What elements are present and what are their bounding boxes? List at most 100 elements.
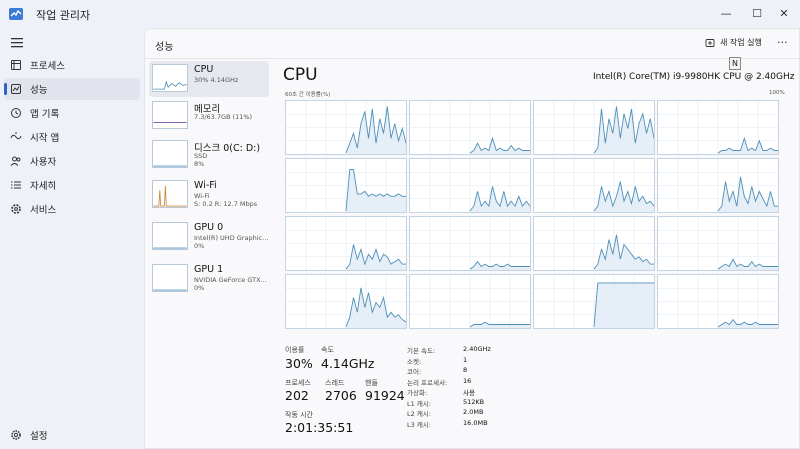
device-thumbnail-graph (152, 101, 188, 129)
device-item[interactable]: CPU 30% 4.14GHz (149, 61, 269, 97)
performance-panel: 성능 새 작업 실행 ··· N CPU 30% 4.14GHz 메모리 7.3/63… (144, 28, 800, 449)
cpu-title: CPU (283, 65, 318, 85)
sidebar-item-services[interactable]: 서비스 (4, 198, 140, 220)
spec-label: L1 캐시: (407, 399, 431, 408)
device-detail: Intel(R) UHD Graphics... (194, 234, 270, 242)
spec-label: 가상화: (407, 389, 428, 397)
details-icon (11, 181, 21, 189)
cpu-core-graph (285, 158, 407, 213)
sidebar-item-label: 앱 기록 (30, 109, 60, 120)
cpu-core-graph (657, 274, 779, 329)
device-item[interactable]: GPU 0 Intel(R) UHD Graphics... 0% (149, 219, 270, 255)
device-thumbnail-graph (152, 264, 188, 292)
spec-value: 16.0MB (463, 418, 488, 427)
tooltip: N (729, 57, 741, 70)
minimize-button[interactable]: — (712, 2, 740, 24)
cpu-core-graph (285, 216, 407, 271)
device-item[interactable]: GPU 1 NVIDIA GeForce GTX... 0% (149, 261, 269, 297)
device-thumbnail-graph (152, 140, 188, 168)
cpu-core-graph (657, 158, 779, 213)
window-title: 작업 관리자 (36, 9, 91, 22)
close-button[interactable]: ✕ (770, 2, 798, 24)
device-detail: 30% 4.14GHz (194, 76, 239, 84)
device-detail: 7.3/63.7GB (11%) (194, 113, 253, 121)
device-detail: S: 0.2 R: 12.7 Mbps (194, 200, 258, 208)
device-name: GPU 0 (194, 222, 224, 233)
task-manager-icon (9, 8, 23, 20)
cpu-core-graph (409, 158, 531, 213)
spec-value: 2.0MB (463, 408, 484, 416)
sidebar-item-startup[interactable]: 시작 앱 (4, 126, 140, 148)
title-bar: 작업 관리자 — ☐ ✕ (0, 0, 800, 28)
cpu-core-graph (409, 100, 531, 155)
spec-label: 코어: (407, 368, 422, 376)
spec-label: 논리 프로세서: (407, 378, 448, 387)
device-item[interactable]: Wi-Fi Wi-Fi S: 0.2 R: 12.7 Mbps (149, 177, 269, 213)
device-name: CPU (194, 64, 214, 75)
device-detail: 0% (194, 284, 205, 292)
run-new-task-button[interactable]: 새 작업 실행 (705, 37, 762, 48)
hamburger-menu-icon[interactable] (10, 36, 26, 50)
spec-value: 2.40GHz (463, 345, 491, 353)
maximize-button[interactable]: ☐ (743, 2, 771, 24)
processes-label: 프로세스 (285, 379, 311, 387)
device-name: GPU 1 (194, 264, 224, 275)
gear-icon (11, 430, 21, 440)
sidebar-item-settings[interactable]: 설정 (4, 424, 140, 446)
device-name: Wi-Fi (194, 180, 217, 191)
device-detail: SSD (194, 152, 208, 160)
spec-value: 16 (463, 376, 472, 385)
device-detail: NVIDIA GeForce GTX... (194, 276, 267, 284)
cpu-core-graph (657, 216, 779, 271)
sidebar-item-label: 성능 (30, 85, 48, 96)
sidebar-item-users[interactable]: 사용자 (4, 150, 140, 172)
processes-icon (11, 60, 21, 70)
cpu-core-graph (285, 274, 407, 329)
sidebar-item-details[interactable]: 자세히 (4, 174, 140, 196)
device-thumbnail-graph (152, 222, 188, 250)
sidebar: 프로세스 성능 앱 기록 시작 앱 사용자 자세히 서비스 설정 (0, 28, 142, 449)
sidebar-item-label: 서비스 (30, 205, 57, 216)
cpu-core-graph (409, 216, 531, 271)
uptime-label: 작동 시간 (285, 411, 313, 419)
performance-icon (11, 84, 21, 94)
device-item[interactable]: 메모리 7.3/63.7GB (11%) (149, 98, 269, 134)
utilization-value: 30% (285, 356, 313, 371)
handles-value: 91924 (365, 388, 405, 403)
sidebar-item-label: 프로세스 (30, 61, 65, 72)
uptime-value: 2:01:35:51 (285, 420, 354, 435)
run-new-task-label: 새 작업 실행 (720, 38, 762, 47)
users-icon (10, 156, 21, 166)
processes-value: 202 (285, 388, 309, 403)
cpu-model: Intel(R) Core(TM) i9-9980HK CPU @ 2.40GH… (593, 72, 795, 82)
device-detail: 8% (194, 160, 205, 168)
threads-value: 2706 (325, 388, 357, 403)
utilization-label: 이용률 (285, 346, 305, 354)
graph-caption: 60초 간 이용률(%) (285, 92, 331, 98)
sidebar-item-app-history[interactable]: 앱 기록 (4, 102, 140, 124)
cpu-core-graph (409, 274, 531, 329)
device-detail: Wi-Fi (194, 192, 210, 200)
startup-icon (10, 132, 22, 140)
speed-value: 4.14GHz (321, 356, 375, 371)
cpu-core-graph (533, 100, 655, 155)
spec-value: 1 (463, 355, 468, 364)
new-task-icon (705, 38, 715, 47)
sidebar-item-label: 사용자 (30, 157, 57, 168)
spec-label: L3 캐시: (407, 420, 431, 429)
more-options-button[interactable]: ··· (777, 36, 788, 49)
app-history-icon (11, 108, 21, 118)
sidebar-item-processes[interactable]: 프로세스 (4, 54, 140, 76)
sidebar-item-performance[interactable]: 성능 (4, 78, 140, 100)
services-icon (11, 204, 21, 214)
device-item[interactable]: 디스크 0(C: D:) SSD 8% (149, 137, 269, 173)
spec-value: 512KB (463, 397, 485, 406)
sidebar-item-label: 자세히 (30, 181, 57, 192)
cpu-core-graph (533, 158, 655, 213)
sidebar-item-label: 시작 앱 (30, 133, 60, 144)
page-title: 성능 (155, 42, 174, 53)
cpu-core-graph (533, 216, 655, 271)
spec-label: L2 캐시: (407, 410, 431, 418)
spec-label: 소켓: (407, 357, 422, 366)
spec-value: 8 (463, 366, 468, 374)
